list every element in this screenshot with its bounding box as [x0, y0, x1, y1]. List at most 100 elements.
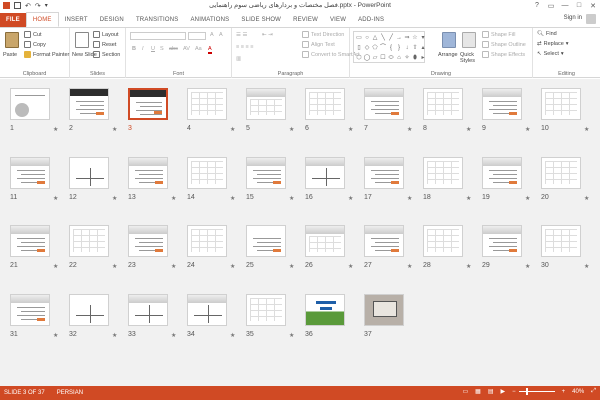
indent-icon[interactable]: ⇤ ⇥ [262, 32, 273, 38]
transition-star-icon[interactable]: ★ [53, 263, 58, 270]
slide-thumbnail[interactable] [69, 88, 109, 120]
slide-thumbnail[interactable] [246, 294, 286, 326]
transition-star-icon[interactable]: ★ [53, 126, 58, 133]
zoom-out-icon[interactable]: − [512, 389, 516, 395]
italic-button[interactable]: I [142, 46, 144, 52]
slide-thumbnail[interactable] [246, 88, 286, 120]
find-button[interactable]: 🔍︎ Find [537, 31, 557, 37]
transition-star-icon[interactable]: ★ [230, 263, 235, 270]
slide-thumbnail[interactable] [128, 88, 168, 120]
transition-star-icon[interactable]: ★ [348, 126, 353, 133]
slide-thumbnail[interactable] [364, 157, 404, 189]
select-button[interactable]: ↖ Select ▾ [537, 51, 564, 57]
transition-star-icon[interactable]: ★ [525, 126, 530, 133]
slide-thumbnail[interactable] [482, 225, 522, 257]
layout-button[interactable]: Layout [93, 31, 119, 38]
slide-thumbnail[interactable] [187, 157, 227, 189]
slide-thumbnail[interactable] [69, 225, 109, 257]
slide-thumbnail[interactable] [305, 294, 345, 326]
slide-thumbnail[interactable] [541, 225, 581, 257]
slide-thumbnail[interactable] [187, 88, 227, 120]
slide-thumbnail[interactable] [10, 157, 50, 189]
reset-button[interactable]: Reset [93, 41, 116, 48]
transition-star-icon[interactable]: ★ [348, 263, 353, 270]
font-name-field[interactable] [130, 32, 186, 40]
grow-font-icon[interactable]: A [210, 32, 214, 38]
slide-thumbnail[interactable] [246, 157, 286, 189]
shrink-font-icon[interactable]: A [219, 32, 223, 38]
align-icons[interactable]: ≡ ≡ ≡ ≡ [236, 44, 253, 50]
transition-star-icon[interactable]: ★ [584, 263, 589, 270]
transition-star-icon[interactable]: ★ [407, 126, 412, 133]
transition-star-icon[interactable]: ★ [53, 332, 58, 339]
transition-star-icon[interactable]: ★ [407, 195, 412, 202]
slide-thumbnail[interactable] [305, 225, 345, 257]
transition-star-icon[interactable]: ★ [171, 195, 176, 202]
tab-review[interactable]: REVIEW [287, 13, 324, 27]
slide-thumbnail[interactable] [305, 157, 345, 189]
tab-home[interactable]: HOME [25, 12, 59, 27]
transition-star-icon[interactable]: ★ [112, 332, 117, 339]
close-button[interactable]: ✕ [586, 0, 600, 11]
transition-star-icon[interactable]: ★ [230, 126, 235, 133]
transition-star-icon[interactable]: ★ [230, 195, 235, 202]
transition-star-icon[interactable]: ★ [289, 195, 294, 202]
transition-star-icon[interactable]: ★ [112, 263, 117, 270]
transition-star-icon[interactable]: ★ [289, 332, 294, 339]
transition-star-icon[interactable]: ★ [466, 126, 471, 133]
format-painter-button[interactable]: Format Painter [24, 51, 69, 58]
copy-button[interactable]: Copy [24, 41, 46, 48]
fit-slide-icon[interactable]: ⤢ [591, 388, 596, 395]
slide-thumbnail[interactable] [10, 225, 50, 257]
arrange-button[interactable]: Arrange [438, 52, 458, 58]
section-button[interactable]: Section [93, 51, 120, 58]
tab-design[interactable]: DESIGN [94, 13, 130, 27]
tab-file[interactable]: FILE [0, 13, 26, 27]
bold-button[interactable]: B [132, 46, 136, 52]
slide-thumbnail[interactable] [541, 157, 581, 189]
transition-star-icon[interactable]: ★ [171, 332, 176, 339]
tab-transitions[interactable]: TRANSITIONS [130, 13, 185, 27]
help-button[interactable]: ? [530, 0, 544, 11]
reading-view-icon[interactable]: ▤ [488, 388, 494, 395]
tab-slide-show[interactable]: SLIDE SHOW [235, 13, 287, 27]
underline-button[interactable]: U [151, 46, 155, 52]
shape-effects-button[interactable]: Shape Effects [482, 51, 525, 58]
slide-thumbnail[interactable] [128, 294, 168, 326]
normal-view-icon[interactable]: ▭ [463, 388, 469, 395]
slide-thumbnail[interactable] [364, 294, 404, 326]
slide-thumbnail[interactable] [482, 157, 522, 189]
avatar[interactable] [586, 14, 596, 24]
zoom-level[interactable]: 40% [572, 389, 584, 395]
transition-star-icon[interactable]: ★ [466, 263, 471, 270]
text-direction-button[interactable]: Text Direction [302, 31, 344, 38]
change-case-button[interactable]: Aa [195, 46, 202, 52]
char-spacing-button[interactable]: AV [183, 46, 190, 52]
transition-star-icon[interactable]: ★ [289, 126, 294, 133]
tab-add-ins[interactable]: ADD-INS [352, 13, 390, 27]
zoom-slider[interactable] [518, 388, 555, 395]
quick-styles-button[interactable]: Quick Styles [460, 52, 484, 64]
tab-insert[interactable]: INSERT [59, 13, 94, 27]
transition-star-icon[interactable]: ★ [53, 195, 58, 202]
strikethrough-button[interactable]: abc [169, 46, 178, 52]
slide-thumbnail[interactable] [187, 225, 227, 257]
font-size-field[interactable] [188, 32, 206, 40]
slide-thumbnail[interactable] [69, 157, 109, 189]
transition-star-icon[interactable]: ★ [407, 263, 412, 270]
slide-thumbnail[interactable] [69, 294, 109, 326]
transition-star-icon[interactable]: ★ [230, 332, 235, 339]
cut-button[interactable]: Cut [24, 31, 42, 38]
slide-thumbnail[interactable] [423, 225, 463, 257]
zoom-in-icon[interactable]: + [562, 389, 566, 395]
zoom-slider-knob[interactable] [525, 388, 528, 395]
align-text-button[interactable]: Align Text [302, 41, 335, 48]
slide-thumbnail[interactable] [10, 88, 50, 120]
minimize-button[interactable]: — [558, 0, 572, 11]
slide-thumbnail[interactable] [128, 225, 168, 257]
slide-thumbnail[interactable] [364, 225, 404, 257]
shape-outline-button[interactable]: Shape Outline [482, 41, 526, 48]
slide-thumbnail[interactable] [423, 157, 463, 189]
ribbon-display-button[interactable]: ▭ [544, 0, 558, 11]
tab-animations[interactable]: ANIMATIONS [184, 13, 235, 27]
